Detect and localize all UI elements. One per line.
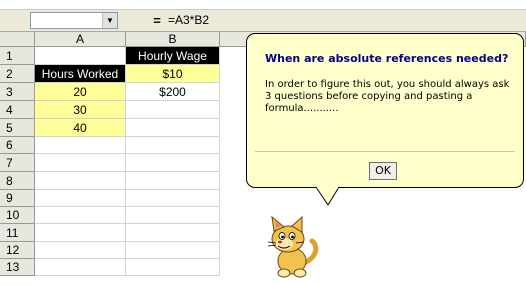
row-header-13[interactable]: 13 xyxy=(0,259,35,276)
cell-b13[interactable] xyxy=(126,259,220,276)
balloon-title: When are absolute references needed? xyxy=(265,52,509,65)
cell-a6[interactable] xyxy=(35,137,126,154)
chevron-down-icon[interactable]: ▼ xyxy=(102,13,117,28)
row-header-9[interactable]: 9 xyxy=(0,190,35,207)
cell-a4[interactable]: 30 xyxy=(35,101,126,119)
column-header-a[interactable]: A xyxy=(35,32,126,47)
row-header-8[interactable]: 8 xyxy=(0,172,35,190)
cell-a5[interactable]: 40 xyxy=(35,119,126,137)
row-header-2[interactable]: 2 xyxy=(0,65,35,83)
row-header-11[interactable]: 11 xyxy=(0,224,35,242)
row-header-12[interactable]: 12 xyxy=(0,242,35,259)
balloon-body: In order to figure this out, you should … xyxy=(265,79,510,114)
cell-b2[interactable]: $10 xyxy=(126,65,220,83)
cell-b8[interactable] xyxy=(126,172,220,190)
cat-icon[interactable] xyxy=(260,215,324,279)
cell-b7[interactable] xyxy=(126,154,220,172)
cell-b3[interactable]: $200 xyxy=(126,83,220,101)
formula-bar: ▼ = =A3*B2 xyxy=(0,10,526,32)
cell-a10[interactable] xyxy=(35,207,126,224)
row-header-7[interactable]: 7 xyxy=(0,154,35,172)
row-header-1[interactable]: 1 xyxy=(0,47,35,65)
cell-b9[interactable] xyxy=(126,190,220,207)
cell-b6[interactable] xyxy=(126,137,220,154)
assistant-balloon: When are absolute references needed? In … xyxy=(246,33,524,188)
cell-b4[interactable] xyxy=(126,101,220,119)
cell-b10[interactable] xyxy=(126,207,220,224)
name-box[interactable]: ▼ xyxy=(30,12,118,29)
cell-a11[interactable] xyxy=(35,224,126,242)
cell-b12[interactable] xyxy=(126,242,220,259)
ok-button[interactable]: OK xyxy=(369,162,397,180)
cell-a3[interactable]: 20 xyxy=(35,83,126,101)
cell-a1[interactable] xyxy=(35,47,126,65)
row-header-6[interactable]: 6 xyxy=(0,137,35,154)
cell-a7[interactable] xyxy=(35,154,126,172)
balloon-divider xyxy=(255,151,515,152)
cell-b5[interactable] xyxy=(126,119,220,137)
row-header-4[interactable]: 4 xyxy=(0,101,35,119)
row-header-3[interactable]: 3 xyxy=(0,83,35,101)
row-header-10[interactable]: 10 xyxy=(0,207,35,224)
cell-b1[interactable]: Hourly Wage xyxy=(126,47,220,65)
cell-a13[interactable] xyxy=(35,259,126,276)
cell-b11[interactable] xyxy=(126,224,220,242)
cell-a9[interactable] xyxy=(35,190,126,207)
formula-input[interactable]: =A3*B2 xyxy=(168,12,209,29)
select-all-corner[interactable] xyxy=(0,32,35,47)
cell-a2[interactable]: Hours Worked xyxy=(35,65,126,83)
column-header-b[interactable]: B xyxy=(126,32,220,47)
row-header-5[interactable]: 5 xyxy=(0,119,35,137)
cell-a8[interactable] xyxy=(35,172,126,190)
top-strip xyxy=(0,0,526,10)
cell-a12[interactable] xyxy=(35,242,126,259)
